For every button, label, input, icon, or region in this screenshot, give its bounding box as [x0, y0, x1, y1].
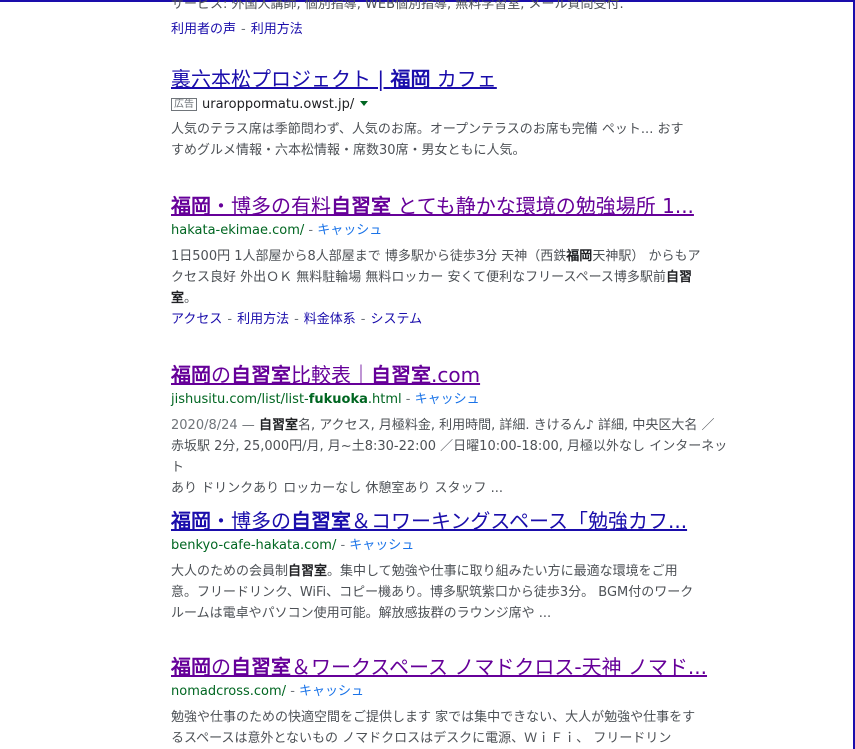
result-snippet: 大人のための会員制自習室。集中して勉強や仕事に取り組みたい方に最適な環境をご用 …	[171, 561, 731, 624]
result-snippet: 1日500円 1人部屋から8人部屋まで 博多駅から徒歩3分 天神（西鉄福岡天神駅…	[171, 246, 731, 309]
result-snippet: 人気のテラス席は季節問わず、人気のお席。オープンテラスのお席も完備 ペット...…	[171, 119, 731, 161]
result-url[interactable]: nomadcross.com/	[171, 684, 286, 699]
ad-badge: 広告	[171, 98, 197, 111]
result-url[interactable]: hakata-ekimae.com/	[171, 223, 304, 238]
result-url-row: benkyo-cafe-hakata.com/ - キャッシュ	[171, 538, 415, 553]
organic-result: 福岡・博多の自習室＆コワーキングスペース「勉強カフ... benkyo-cafe…	[171, 508, 731, 624]
organic-result: 福岡の自習室比較表｜自習室.com jishusitu.com/list/lis…	[171, 362, 731, 499]
result-snippet: 2020/8/24 — 自習室名, アクセス, 月極料金, 利用時間, 詳細. …	[171, 415, 731, 499]
partial-result: サービス: 外国人講師, 個別指導, WEB個別指導, 無料学習室, メール質問…	[171, 0, 731, 40]
snippet-line: ルームは電卓やパソコン使用可能。解放感抜群のラウンジ席や ...	[171, 606, 552, 621]
sitelink-reviews[interactable]: 利用者の声	[171, 22, 236, 37]
result-snippet: サービス: 外国人講師, 個別指導, WEB個別指導, 無料学習室, メール質問…	[171, 0, 624, 12]
snippet-line: 室。	[171, 291, 198, 306]
snippet-line: クセス良好 外出ＯＫ 無料駐輪場 無料ロッカー 安くて便利なフリースペース博多駅…	[171, 270, 692, 285]
snippet-line: 勉強や仕事のための快適空間をご提供します 家では集中できない、大人が勉強や仕事を…	[171, 710, 696, 725]
cache-link[interactable]: キャッシュ	[349, 538, 414, 553]
sitelink-pricing[interactable]: 料金体系	[304, 312, 356, 327]
result-url-row: 広告 uraropponmatu.owst.jp/	[171, 95, 731, 115]
snippet-line: 赤坂駅 2分, 25,000円/月, 月~土8:30-22:00 ／日曜10:0…	[171, 439, 728, 475]
snippet-line: すめグルメ情報・六本松情報・席数30席・男女ともに人気。	[171, 143, 526, 158]
result-url-row: nomadcross.com/ - キャッシュ	[171, 684, 365, 699]
sitelink-usage[interactable]: 利用方法	[251, 22, 303, 37]
cache-link[interactable]: キャッシュ	[299, 684, 364, 699]
sitelinks: アクセス - 利用方法 - 料金体系 - システム	[171, 312, 423, 327]
snippet-line: 人気のテラス席は季節問わず、人気のお席。オープンテラスのお席も完備 ペット...…	[171, 122, 684, 137]
result-url-row: hakata-ekimae.com/ - キャッシュ	[171, 223, 383, 238]
result-url[interactable]: jishusitu.com/list/list-fukuoka.html	[171, 392, 402, 407]
snippet-line: あり ドリンクあり ロッカーなし 休憩室あり スタッフ ...	[171, 481, 504, 496]
sitelinks: 利用者の声 - 利用方法	[171, 22, 303, 37]
result-url[interactable]: benkyo-cafe-hakata.com/	[171, 538, 336, 553]
sitelink-usage[interactable]: 利用方法	[237, 312, 289, 327]
result-date: 2020/8/24	[171, 418, 238, 433]
result-snippet: 勉強や仕事のための快適空間をご提供します 家では集中できない、大人が勉強や仕事を…	[171, 707, 731, 749]
snippet-line: 2020/8/24 — 自習室名, アクセス, 月極料金, 利用時間, 詳細. …	[171, 418, 715, 433]
cache-link[interactable]: キャッシュ	[415, 392, 480, 407]
result-title-link[interactable]: 福岡・博多の有料自習室 とても静かな環境の勉強場所 1...	[171, 193, 731, 219]
ad-result: 裏六本松プロジェクト | 福岡 カフェ 広告 uraropponmatu.owst…	[171, 66, 731, 161]
cache-link[interactable]: キャッシュ	[317, 223, 382, 238]
snippet-line: 1日500円 1人部屋から8人部屋まで 博多駅から徒歩3分 天神（西鉄福岡天神駅…	[171, 249, 701, 264]
result-url[interactable]: uraropponmatu.owst.jp/	[202, 97, 354, 112]
dropdown-arrow-icon[interactable]	[360, 101, 369, 106]
result-url-row: jishusitu.com/list/list-fukuoka.html - キ…	[171, 392, 480, 407]
snippet-line: るスペースは意外とないもの ノマドクロスはデスクに電源、ＷｉＦｉ、 フリードリン	[171, 731, 672, 746]
organic-result: 福岡の自習室＆ワークスペース ノマドクロス-天神 ノマド... nomadcro…	[171, 654, 731, 749]
result-title-link[interactable]: 福岡の自習室＆ワークスペース ノマドクロス-天神 ノマド...	[171, 654, 731, 680]
result-title-link[interactable]: 裏六本松プロジェクト | 福岡 カフェ	[171, 66, 731, 92]
snippet-line: 大人のための会員制自習室。集中して勉強や仕事に取り組みたい方に最適な環境をご用	[171, 564, 678, 579]
sitelink-system[interactable]: システム	[371, 312, 423, 327]
sitelink-access[interactable]: アクセス	[171, 312, 222, 327]
snippet-line: 意。フリードリンク、WiFi、コピー機あり。博多駅筑紫口から徒歩3分。 BGM付…	[171, 585, 694, 600]
organic-result: 福岡・博多の有料自習室 とても静かな環境の勉強場所 1... hakata-ek…	[171, 193, 731, 330]
result-title-link[interactable]: 福岡の自習室比較表｜自習室.com	[171, 362, 731, 388]
result-title-link[interactable]: 福岡・博多の自習室＆コワーキングスペース「勉強カフ...	[171, 508, 731, 534]
